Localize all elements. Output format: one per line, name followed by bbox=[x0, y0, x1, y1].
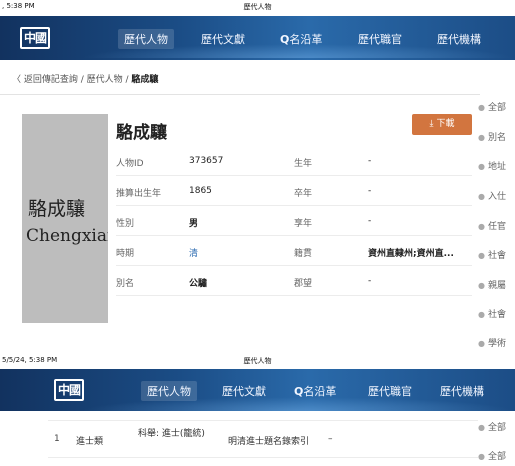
row-number: 1 bbox=[54, 434, 60, 444]
field-label: 卒年 bbox=[294, 189, 313, 199]
table-row: 1 進士類 科舉: 進士(籠統) 明清進士題名錄索引 – bbox=[48, 420, 478, 458]
bullet-icon: ● bbox=[478, 281, 485, 290]
field-label: 生年 bbox=[294, 159, 313, 169]
status-bar-bottom: 5/5/24, 5:38 PM 歷代人物 bbox=[0, 354, 515, 368]
side-nav-label: 親屬 bbox=[487, 281, 506, 291]
nav-people[interactable]: 歷代人物 bbox=[118, 29, 174, 49]
portrait-placeholder: 駱成驤 Chengxiang bbox=[22, 114, 108, 323]
person-name: 駱成驤 bbox=[116, 123, 167, 143]
side-nav-label: 入仕 bbox=[487, 192, 506, 202]
divider bbox=[0, 94, 480, 95]
portrait-name-cn: 駱成驤 bbox=[28, 198, 86, 220]
field-value: 373657 bbox=[189, 156, 224, 166]
nav-place-history[interactable]: Q名沿革 bbox=[294, 383, 336, 399]
site-logo[interactable]: 中國 bbox=[54, 379, 84, 401]
nav-officials[interactable]: 歷代職官 bbox=[358, 31, 402, 47]
row-type: 進士類 bbox=[76, 437, 104, 447]
download-icon: ⤓ bbox=[429, 119, 434, 129]
field-value: - bbox=[368, 216, 372, 226]
site-logo[interactable]: 中國 bbox=[20, 27, 50, 49]
field-value: - bbox=[368, 156, 372, 166]
field-row: 別名 公驌 郡望 - bbox=[116, 266, 472, 296]
bullet-icon: ● bbox=[478, 222, 485, 231]
side-nav-alias[interactable]: ● 別名 bbox=[478, 130, 506, 143]
field-value: 公驌 bbox=[189, 279, 208, 289]
side-nav-label: 全部 bbox=[487, 103, 506, 113]
field-label: 別名 bbox=[116, 279, 135, 289]
nav-place-history-label: 名沿革 bbox=[289, 33, 323, 46]
field-value: - bbox=[368, 276, 372, 286]
side-nav-label: 社會 bbox=[487, 251, 506, 261]
side-nav-scholarship[interactable]: ● 學術 bbox=[478, 336, 506, 349]
field-row: 推算出生年 1865 卒年 - bbox=[116, 176, 472, 206]
side-nav-label: 全部 bbox=[487, 452, 506, 462]
portrait-name-en: Chengxiang bbox=[26, 226, 108, 246]
download-button[interactable]: ⤓ 下載 bbox=[412, 114, 472, 135]
field-value: 男 bbox=[189, 219, 199, 229]
nav-documents[interactable]: 歷代文獻 bbox=[201, 31, 245, 47]
field-label: 籍貫 bbox=[294, 249, 313, 259]
side-nav-label: 地址 bbox=[487, 162, 506, 172]
nav-people[interactable]: 歷代人物 bbox=[141, 381, 197, 401]
field-value: - bbox=[368, 186, 372, 196]
field-row: 人物ID 373657 生年 - bbox=[116, 146, 472, 176]
bullet-icon: ● bbox=[478, 310, 485, 319]
field-row: 時期 清 籍貫 資州直隸州;資州直... bbox=[116, 236, 472, 266]
breadcrumb-current: 駱成驤 bbox=[131, 75, 159, 85]
breadcrumb-back-link[interactable]: 〈 返回傳記查詢 / 歷代人物 / bbox=[12, 75, 131, 85]
search-icon: Q bbox=[294, 385, 304, 398]
field-label: 性別 bbox=[116, 219, 135, 229]
side-nav-label: 社會 bbox=[487, 310, 506, 320]
field-label: 時期 bbox=[116, 249, 135, 259]
nav-place-history-label: 名沿革 bbox=[303, 385, 337, 398]
row-extra: – bbox=[328, 434, 333, 444]
field-value: 1865 bbox=[189, 186, 212, 196]
bullet-icon: ● bbox=[478, 133, 485, 142]
field-label: 人物ID bbox=[116, 159, 144, 169]
nav-place-history[interactable]: Q名沿革 bbox=[280, 31, 322, 47]
bullet-icon: ● bbox=[478, 452, 485, 461]
main-navbar-2: 中國 歷代人物 歷代文獻 Q名沿革 歷代職官 歷代機構 bbox=[0, 369, 515, 411]
search-icon: Q bbox=[280, 33, 290, 46]
bullet-icon: ● bbox=[478, 251, 485, 260]
dynasty-link[interactable]: 清 bbox=[189, 246, 198, 259]
nav-officials[interactable]: 歷代職官 bbox=[368, 383, 412, 399]
side-nav-entry[interactable]: ● 入仕 bbox=[478, 189, 506, 202]
download-label: 下載 bbox=[436, 119, 455, 129]
bullet-icon: ● bbox=[478, 423, 485, 432]
status-bar-top: , 5:38 PM 歷代人物 bbox=[0, 0, 515, 14]
side-nav-label: 別名 bbox=[487, 133, 506, 143]
breadcrumb: 〈 返回傳記查詢 / 歷代人物 / 駱成驤 bbox=[12, 72, 158, 85]
nav-institutions[interactable]: 歷代機構 bbox=[440, 383, 484, 399]
side-nav-social[interactable]: ● 社會 bbox=[478, 248, 506, 261]
nav-documents[interactable]: 歷代文獻 bbox=[222, 383, 266, 399]
side-nav-label: 學術 bbox=[487, 339, 506, 349]
field-value: 資州直隸州;資州直... bbox=[368, 249, 454, 259]
bullet-icon: ● bbox=[478, 339, 485, 348]
side-nav-all-2[interactable]: ● 全部 bbox=[478, 420, 506, 433]
side-nav-social-2[interactable]: ● 社會 bbox=[478, 307, 506, 320]
field-label: 郡望 bbox=[294, 279, 313, 289]
main-navbar: 中國 歷代人物 歷代文獻 Q名沿革 歷代職官 歷代機構 bbox=[0, 16, 515, 60]
side-nav-all[interactable]: ● 全部 bbox=[478, 100, 506, 113]
row-exam: 科舉: 進士(籠統) bbox=[138, 429, 205, 439]
bullet-icon: ● bbox=[478, 162, 485, 171]
window-title: 歷代人物 bbox=[243, 3, 272, 11]
bullet-icon: ● bbox=[478, 192, 485, 201]
side-nav-all-3[interactable]: ● 全部 bbox=[478, 449, 506, 462]
side-nav-label: 全部 bbox=[487, 423, 506, 433]
side-nav-label: 任官 bbox=[487, 222, 506, 232]
window-title: 歷代人物 bbox=[243, 357, 272, 365]
row-source: 明清進士題名錄索引 bbox=[228, 437, 310, 447]
side-nav-office[interactable]: ● 任官 bbox=[478, 219, 506, 232]
side-nav-kinship[interactable]: ● 親屬 bbox=[478, 278, 506, 291]
bullet-icon: ● bbox=[478, 103, 485, 112]
nav-institutions[interactable]: 歷代機構 bbox=[437, 31, 481, 47]
field-label: 享年 bbox=[294, 219, 313, 229]
field-row: 性別 男 享年 - bbox=[116, 206, 472, 236]
person-card: 駱成驤 Chengxiang 駱成驤 ⤓下載 人物ID 373657 生年 - … bbox=[8, 98, 478, 338]
field-label: 推算出生年 bbox=[116, 189, 162, 199]
side-nav-address[interactable]: ● 地址 bbox=[478, 159, 506, 172]
